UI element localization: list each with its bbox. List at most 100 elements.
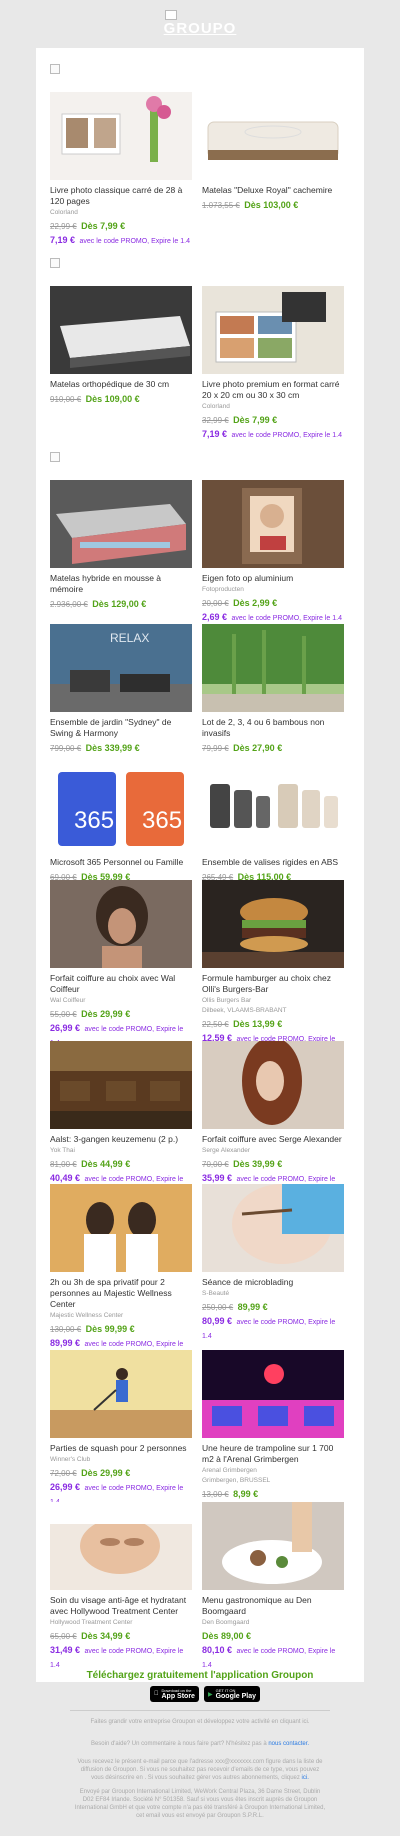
deal-image[interactable] — [50, 286, 192, 374]
promo-price: 26,99 € — [50, 1482, 81, 1492]
deal-title[interactable]: Matelas hybride en mousse à mémoire — [50, 573, 192, 595]
svg-text:RELAX: RELAX — [110, 631, 149, 645]
deal-image[interactable] — [50, 1041, 192, 1129]
footer-divider — [70, 1710, 330, 1711]
deal-title[interactable]: Forfait coiffure au choix avec Wal Coiff… — [50, 973, 192, 995]
deal-card[interactable]: Matelas orthopédique de 30 cm 910,00 € Dè… — [50, 286, 192, 405]
deal-card[interactable]: Aalst: 3-gangen keuzemenu (2 p.) Yok Thai… — [50, 1041, 192, 1199]
promo-row: 7,19 € avec le code PROMO, Expire le 1.4 — [202, 427, 344, 441]
deal-card[interactable]: 2h ou 3h de spa privatif pour 2 personne… — [50, 1184, 192, 1364]
price-row: 81,00 € Dès 44,99 € — [50, 1157, 192, 1170]
deal-card[interactable]: Livre photo premium en format carré 20 x… — [202, 286, 344, 441]
deal-title[interactable]: Microsoft 365 Personnel ou Famille — [50, 857, 192, 868]
google-play-button[interactable]: ▶ GET IT ON Google Play — [203, 1686, 261, 1702]
price-row: Dès 89,00 € — [202, 1629, 344, 1642]
deal-image[interactable] — [50, 880, 192, 968]
deal-title[interactable]: Forfait coiffure avec Serge Alexander — [202, 1134, 344, 1145]
original-price: 22,50 € — [202, 1020, 229, 1029]
original-price: 799,00 € — [50, 744, 82, 753]
deal-price: 8,99 € — [233, 1489, 259, 1499]
deal-title[interactable]: Livre photo classique carré de 28 à 120 … — [50, 185, 192, 207]
app-download-title: Téléchargez gratuitement l'application G… — [86, 1670, 314, 1681]
deal-title[interactable]: 2h ou 3h de spa privatif pour 2 personne… — [50, 1277, 192, 1310]
deal-image[interactable]: 365 365 — [50, 764, 192, 852]
promo-text: avec le code PROMO, Expire le 1.4 — [231, 615, 342, 622]
broken-image-icon — [50, 452, 60, 462]
promo-price: 7,19 € — [202, 429, 228, 439]
deal-card[interactable]: Eigen foto op aluminium Fotoproducten 20,0… — [202, 480, 344, 624]
price-row: 20,00 € Dès 2,99 € — [202, 596, 344, 609]
deal-image[interactable] — [202, 624, 344, 712]
deal-price: Dès 39,99 € — [233, 1159, 283, 1169]
promo-price: 7,19 € — [50, 235, 76, 245]
deal-card[interactable]: Matelas "Deluxe Royal" cachemire 1.073,55… — [202, 92, 344, 211]
deal-title[interactable]: Aalst: 3-gangen keuzemenu (2 p.) — [50, 1134, 192, 1145]
price-row: 13,00 € 8,99 € — [202, 1487, 344, 1500]
deal-image[interactable] — [50, 1350, 192, 1438]
deal-price: Dès 7,99 € — [233, 415, 278, 425]
deal-merchant: Yok Thai — [50, 1147, 75, 1154]
deal-title[interactable]: Soin du visage anti-âge et hydratant ave… — [50, 1595, 192, 1617]
deal-image[interactable] — [202, 1184, 344, 1272]
deal-image[interactable] — [202, 764, 344, 852]
deal-card[interactable]: Menu gastronomique au Den Boomgaard Den B… — [202, 1502, 344, 1671]
deal-image[interactable] — [202, 92, 344, 180]
original-price: 250,00 € — [202, 1303, 234, 1312]
deal-title[interactable]: Formule hamburger au choix chez Olli's B… — [202, 973, 344, 995]
footer-unsubscribe-text: Vous recevez le présent e-mail parce que… — [77, 1759, 323, 1781]
promo-row: 31,49 € avec le code PROMO, Expire le 1.… — [50, 1643, 192, 1671]
deal-card[interactable]: Livre photo classique carré de 28 à 120 … — [50, 92, 192, 247]
email-header: GROUPO — [0, 0, 400, 48]
deal-card[interactable]: Forfait coiffure au choix avec Wal Coiff… — [50, 880, 192, 1049]
deal-image[interactable] — [50, 480, 192, 568]
manage-subscriptions-link[interactable]: ici. — [302, 1775, 309, 1781]
groupon-logo[interactable]: GROUPO — [0, 20, 400, 37]
deal-location: Grimbergen, BRUSSEL — [202, 1477, 271, 1484]
original-price: 81,00 € — [50, 1160, 77, 1169]
deal-card[interactable]: Lot de 2, 3, 4 ou 6 bambous non invasifs… — [202, 624, 344, 754]
price-row: 910,00 € Dès 109,00 € — [50, 392, 192, 405]
deal-card[interactable]: Forfait coiffure avec Serge Alexander Ser… — [202, 1041, 344, 1199]
deal-title[interactable]: Matelas "Deluxe Royal" cachemire — [202, 185, 344, 196]
deal-title[interactable]: Ensemble de jardin "Sydney" de Swing & H… — [50, 717, 192, 739]
deal-image[interactable] — [202, 1041, 344, 1129]
deal-image[interactable] — [202, 480, 344, 568]
footer-business-text[interactable]: Faites grandir votre entreprise Groupon … — [74, 1718, 326, 1726]
deal-image[interactable] — [202, 1502, 344, 1590]
deal-image[interactable] — [202, 286, 344, 374]
deal-merchant: Fotoproducten — [202, 586, 244, 593]
deal-image[interactable] — [202, 1350, 344, 1438]
deal-card[interactable]: RELAX Ensemble de jardin "Sydney" de Swin… — [50, 624, 192, 754]
deal-image[interactable] — [50, 92, 192, 180]
deal-card[interactable]: Une heure de trampoline sur 1 700 m2 à l… — [202, 1350, 344, 1500]
deal-image[interactable] — [202, 880, 344, 968]
deal-title[interactable]: Matelas orthopédique de 30 cm — [50, 379, 192, 390]
original-price: 13,00 € — [202, 1490, 229, 1499]
play-icon: ▶ — [203, 1691, 213, 1698]
deal-price: Dès 13,99 € — [233, 1019, 283, 1029]
deal-title[interactable]: Menu gastronomique au Den Boomgaard — [202, 1595, 344, 1617]
deal-title[interactable]: Séance de microblading — [202, 1277, 344, 1288]
deal-title[interactable]: Ensemble de valises rigides en ABS — [202, 857, 344, 868]
footer-legal-text: Envoyé par Groupon International Limited… — [74, 1789, 326, 1819]
app-store-button[interactable]:  Download on theApp Store — [150, 1686, 199, 1702]
contact-link[interactable]: nous contacter. — [268, 1741, 309, 1747]
deal-title[interactable]: Livre photo premium en format carré 20 x… — [202, 379, 344, 401]
deal-title[interactable]: Parties de squash pour 2 personnes — [50, 1443, 192, 1454]
deal-image[interactable] — [50, 1502, 192, 1590]
deal-card[interactable]: Formule hamburger au choix chez Olli's B… — [202, 880, 344, 1059]
deal-title[interactable]: Lot de 2, 3, 4 ou 6 bambous non invasifs — [202, 717, 344, 739]
deal-title[interactable]: Eigen foto op aluminium — [202, 573, 344, 584]
deal-card[interactable]: Parties de squash pour 2 personnes Winner… — [50, 1350, 192, 1508]
deal-card[interactable]: Matelas hybride en mousse à mémoire 2.936… — [50, 480, 192, 610]
deal-image[interactable] — [50, 1184, 192, 1272]
deal-image[interactable]: RELAX — [50, 624, 192, 712]
deal-title[interactable]: Une heure de trampoline sur 1 700 m2 à l… — [202, 1443, 344, 1465]
deal-card[interactable]: 365 365 Microsoft 365 Personnel ou Famille… — [50, 764, 192, 883]
deal-card[interactable]: Ensemble de valises rigides en ABS 265,49… — [202, 764, 344, 883]
deal-price: Dès 7,99 € — [81, 221, 126, 231]
deal-card[interactable]: Séance de microblading S-Beauté 250,00 € 8… — [202, 1184, 344, 1342]
price-row: 72,00 € Dès 29,99 € — [50, 1466, 192, 1479]
broken-image-icon — [50, 258, 60, 268]
deal-card[interactable]: Soin du visage anti-âge et hydratant ave… — [50, 1502, 192, 1671]
